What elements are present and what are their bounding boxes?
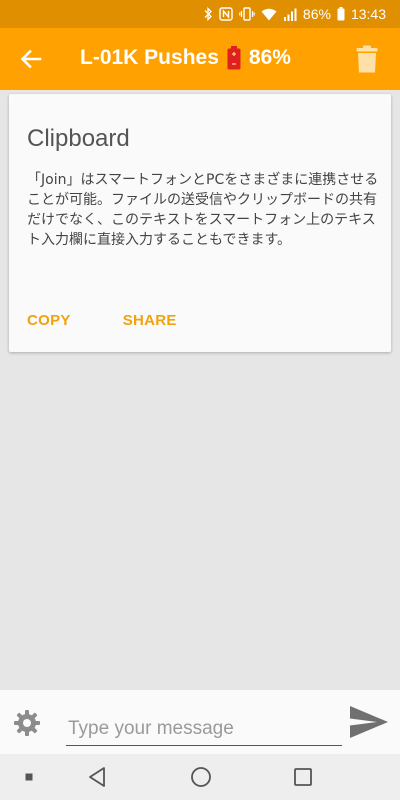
- trash-icon: [356, 45, 378, 73]
- arrow-back-icon: [20, 49, 42, 69]
- app-bar: L-01K Pushes 86%: [0, 28, 400, 90]
- system-nav-bar: [0, 754, 400, 800]
- wifi-icon: [261, 6, 277, 22]
- card-body-text: 「Join」はスマートフォンとPCをさまざまに連携させることが可能。ファイルの送…: [27, 172, 379, 248]
- signal-icon: [283, 6, 297, 22]
- status-battery-percent: 86%: [302, 6, 331, 22]
- battery-icon: [337, 6, 345, 22]
- recents-dot-button[interactable]: [14, 762, 44, 792]
- back-button[interactable]: [14, 42, 48, 76]
- send-icon: [350, 706, 388, 738]
- nav-home-button[interactable]: [186, 762, 216, 792]
- send-button[interactable]: [348, 704, 390, 740]
- device-battery-level: 86%: [248, 46, 291, 69]
- card-title: Clipboard: [27, 125, 130, 152]
- page-title-text: L-01K Pushes: [80, 46, 219, 69]
- status-time: 13:43: [350, 6, 386, 22]
- square-dot-icon: [25, 773, 33, 781]
- nav-overview-button[interactable]: [288, 762, 318, 792]
- nav-back-button[interactable]: [82, 762, 112, 792]
- page-title: L-01K Pushes 86%: [80, 46, 291, 70]
- clipboard-card: Clipboard 「Join」はスマートフォンとPCをさまざまに連携させること…: [9, 94, 391, 352]
- home-circle-icon: [191, 767, 211, 787]
- vibrate-icon: [239, 6, 255, 22]
- gear-icon: [14, 710, 40, 736]
- settings-button[interactable]: [12, 708, 42, 738]
- overview-square-icon: [294, 768, 312, 786]
- bluetooth-icon: [203, 6, 213, 22]
- message-composer: [0, 690, 400, 754]
- device-battery-icon: [227, 46, 241, 70]
- message-input[interactable]: [66, 708, 342, 746]
- status-bar: 86% 13:43: [0, 0, 400, 28]
- delete-button[interactable]: [352, 42, 382, 76]
- copy-button[interactable]: COPY: [27, 308, 71, 333]
- back-triangle-icon: [89, 767, 105, 787]
- share-button[interactable]: SHARE: [123, 308, 177, 333]
- nfc-icon: [219, 6, 233, 22]
- card-actions: COPY SHARE: [27, 308, 177, 333]
